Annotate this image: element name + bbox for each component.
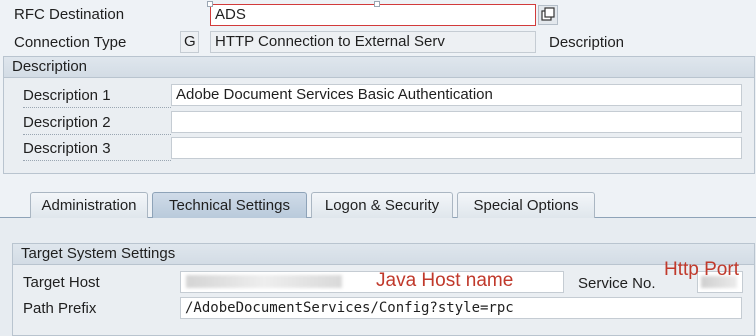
connection-type-description: Description — [549, 34, 625, 51]
description-3-label: Description 3 — [23, 140, 111, 157]
description-2-field[interactable] — [171, 111, 742, 133]
copy-button[interactable] — [538, 5, 558, 25]
tab-logon-security[interactable]: Logon & Security — [311, 192, 453, 218]
description-1-label: Description 1 — [23, 87, 111, 104]
copy-icon — [541, 7, 555, 21]
rfc-destination-field[interactable]: ADS — [210, 4, 536, 26]
tab-technical-settings[interactable]: Technical Settings — [152, 192, 307, 218]
description-2-label-cell: Description 2 — [23, 113, 171, 135]
target-host-label: Target Host — [23, 274, 100, 291]
tab-special-options[interactable]: Special Options — [457, 192, 595, 218]
description-2-label: Description 2 — [23, 114, 111, 131]
connection-type-code-field[interactable]: G — [180, 31, 199, 53]
http-port-annotation: Http Port — [664, 259, 739, 280]
java-host-annotation: Java Host name — [376, 270, 514, 291]
path-prefix-label: Path Prefix — [23, 300, 97, 317]
connection-type-label: Connection Type — [14, 34, 127, 51]
tab-administration[interactable]: Administration — [30, 192, 148, 218]
description-1-field[interactable]: Adobe Document Services Basic Authentica… — [171, 84, 742, 106]
description-group-header: Description — [3, 56, 755, 78]
path-prefix-field[interactable]: /AdobeDocumentServices/Config?style=rpc — [180, 297, 742, 319]
selection-handle — [207, 1, 213, 7]
selection-handle — [374, 1, 380, 7]
target-system-group-header: Target System Settings — [12, 243, 755, 265]
description-3-label-cell: Description 3 — [23, 139, 171, 161]
blurred-host-value — [186, 275, 342, 288]
connection-type-field: HTTP Connection to External Serv — [210, 31, 536, 53]
service-no-label: Service No. — [578, 275, 656, 292]
description-1-label-cell: Description 1 — [23, 86, 171, 108]
description-3-field[interactable] — [171, 137, 742, 159]
rfc-destination-label: RFC Destination — [14, 6, 125, 23]
